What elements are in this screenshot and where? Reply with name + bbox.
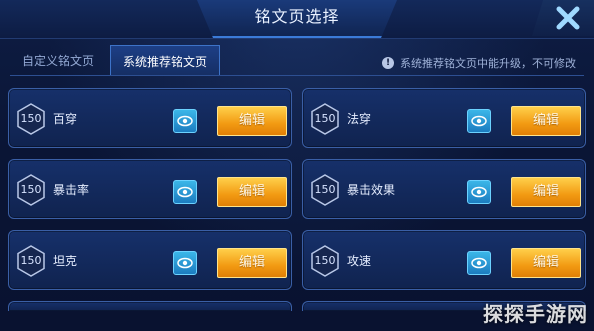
notice: ! 系统推荐铭文页中能升级，不可修改 [382, 55, 576, 71]
level-badge: 150 [15, 245, 47, 277]
rune-page-card: 150 暴击率 编辑 [8, 159, 292, 219]
rune-page-card: 150 百穿 编辑 [8, 88, 292, 148]
level-badge: 150 [309, 103, 341, 135]
page-name: 法穿 [347, 112, 372, 126]
tab-recommended-pages[interactable]: 系统推荐铭文页 [110, 45, 221, 76]
eye-icon [471, 186, 487, 198]
tab-bar: 自定义铭文页 系统推荐铭文页 [10, 45, 221, 76]
page-name: 暴击效果 [347, 183, 396, 197]
rune-page-card: 150 攻速 编辑 [302, 230, 586, 290]
level-badge: 150 [15, 103, 47, 135]
eye-icon [177, 257, 193, 269]
rune-page-card: 150 坦克 编辑 [8, 230, 292, 290]
tab-divider [10, 75, 584, 76]
eye-icon [177, 115, 193, 127]
level-badge: 150 [309, 174, 341, 206]
info-icon: ! [382, 57, 394, 69]
preview-button[interactable] [173, 109, 197, 133]
level-value: 150 [314, 254, 336, 267]
notice-text: 系统推荐铭文页中能升级，不可修改 [400, 57, 576, 70]
edit-button[interactable]: 编辑 [217, 248, 287, 278]
edit-button[interactable]: 编辑 [511, 106, 581, 136]
preview-button[interactable] [467, 251, 491, 275]
preview-button[interactable] [173, 251, 197, 275]
header-bar: 铭文页选择 [0, 0, 594, 39]
eye-icon [177, 186, 193, 198]
rune-page-card-partial [8, 301, 292, 311]
rune-page-card: 150 法穿 编辑 [302, 88, 586, 148]
level-badge: 150 [15, 174, 47, 206]
edit-button[interactable]: 编辑 [217, 177, 287, 207]
rune-page-grid: 150 百穿 编辑 150 法穿 编辑 150 暴击率 编辑 150 暴击效果 … [8, 88, 586, 311]
preview-button[interactable] [467, 180, 491, 204]
page-name: 攻速 [347, 254, 372, 268]
page-name: 暴击率 [53, 183, 90, 197]
preview-button[interactable] [173, 180, 197, 204]
edit-button[interactable]: 编辑 [511, 248, 581, 278]
watermark: 探探手游网 [483, 302, 588, 326]
preview-button[interactable] [467, 109, 491, 133]
tab-custom-pages[interactable]: 自定义铭文页 [10, 45, 106, 75]
level-value: 150 [314, 112, 336, 125]
level-badge: 150 [309, 245, 341, 277]
edit-button[interactable]: 编辑 [217, 106, 287, 136]
page-name: 百穿 [53, 112, 78, 126]
edit-button[interactable]: 编辑 [511, 177, 581, 207]
level-value: 150 [314, 183, 336, 196]
page-title: 铭文页选择 [254, 7, 340, 26]
eye-icon [471, 257, 487, 269]
close-icon [556, 6, 580, 30]
page-name: 坦克 [53, 254, 78, 268]
rune-page-card: 150 暴击效果 编辑 [302, 159, 586, 219]
eye-icon [471, 115, 487, 127]
level-value: 150 [20, 112, 42, 125]
level-value: 150 [20, 254, 42, 267]
level-value: 150 [20, 183, 42, 196]
